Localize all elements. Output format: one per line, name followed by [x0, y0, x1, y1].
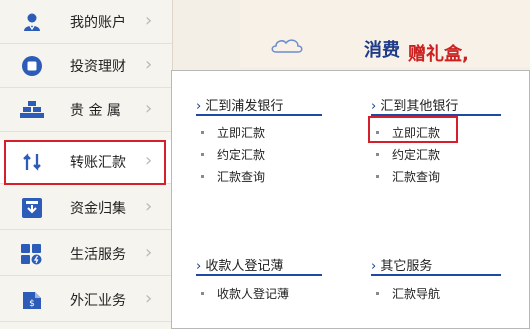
section-title-other-services[interactable]: › 其它服务 — [371, 255, 432, 274]
sidebar-item-label: 贵 金 属 — [70, 103, 121, 119]
sidebar-item-label: 投资理财 — [70, 59, 126, 75]
gold-bars-icon — [20, 98, 44, 122]
section-underline — [371, 274, 501, 276]
chevron-right-icon: › — [145, 242, 153, 263]
sidebar-item-precious-metals[interactable]: 贵 金 属 › — [0, 88, 172, 132]
section-title-label: 其它服务 — [380, 259, 433, 274]
sidebar-item-foreign-exchange[interactable]: $ 外汇业务 › — [0, 278, 172, 322]
svg-text:$: $ — [29, 299, 35, 309]
banner-text-consume: 消费 — [364, 40, 400, 61]
promo-banner[interactable]: 消费 赠礼盒, — [240, 0, 530, 67]
sidebar-item-life-services[interactable]: 生活服务 › — [0, 232, 172, 276]
section-underline — [196, 274, 322, 276]
section-underline — [196, 114, 322, 116]
bullet-icon — [376, 175, 379, 178]
sidebar: 我的账户 › 投资理财 › 贵 金 属 › 转账汇款 › 资金归集 › 生活服务 — [0, 0, 173, 329]
bullet-icon — [201, 153, 204, 156]
sidebar-item-label: 外汇业务 — [70, 293, 126, 309]
chevron-right-icon: › — [371, 259, 377, 274]
sidebar-item-investment[interactable]: 投资理财 › — [0, 44, 172, 88]
sidebar-item-label: 生活服务 — [70, 247, 126, 263]
sidebar-item-label: 我的账户 — [70, 15, 126, 31]
life-services-icon — [20, 242, 44, 266]
sidebar-item-fund-collection[interactable]: 资金归集 › — [0, 186, 172, 230]
chevron-right-icon: › — [371, 99, 377, 114]
foreign-exchange-icon: $ — [20, 288, 44, 312]
banner-text-gift-box: 赠礼盒, — [408, 44, 469, 65]
sidebar-item-my-account[interactable]: 我的账户 › — [0, 0, 172, 44]
investment-icon — [20, 54, 44, 78]
chevron-right-icon: › — [145, 54, 153, 75]
chevron-right-icon: › — [145, 10, 153, 31]
bullet-icon — [201, 175, 204, 178]
fund-collection-icon — [20, 196, 44, 220]
sidebar-item-label: 资金归集 — [70, 201, 126, 217]
section-title-label: 收款人登记薄 — [205, 259, 284, 274]
selected-item-highlight — [4, 140, 166, 185]
cloud-icon — [271, 39, 303, 53]
chevron-right-icon: › — [196, 259, 202, 274]
selected-link-highlight — [368, 116, 458, 143]
section-title-other-bank-transfer[interactable]: › 汇到其他银行 — [371, 95, 458, 114]
section-title-label: 汇到其他银行 — [380, 99, 459, 114]
chevron-right-icon: › — [145, 288, 153, 309]
user-icon — [20, 10, 44, 34]
chevron-right-icon: › — [196, 99, 202, 114]
section-title-spdb-transfer[interactable]: › 汇到浦发银行 — [196, 95, 283, 114]
bullet-icon — [201, 131, 204, 134]
chevron-right-icon: › — [145, 196, 153, 217]
chevron-right-icon: › — [145, 98, 153, 119]
bullet-icon — [201, 292, 204, 295]
section-title-label: 汇到浦发银行 — [205, 99, 284, 114]
bullet-icon — [376, 153, 379, 156]
section-title-payee-register[interactable]: › 收款人登记薄 — [196, 255, 283, 274]
bullet-icon — [376, 292, 379, 295]
transfer-submenu: › 汇到浦发银行 立即汇款 约定汇款 汇款查询 › 汇到其他银行 立即汇款 约定… — [171, 70, 530, 329]
